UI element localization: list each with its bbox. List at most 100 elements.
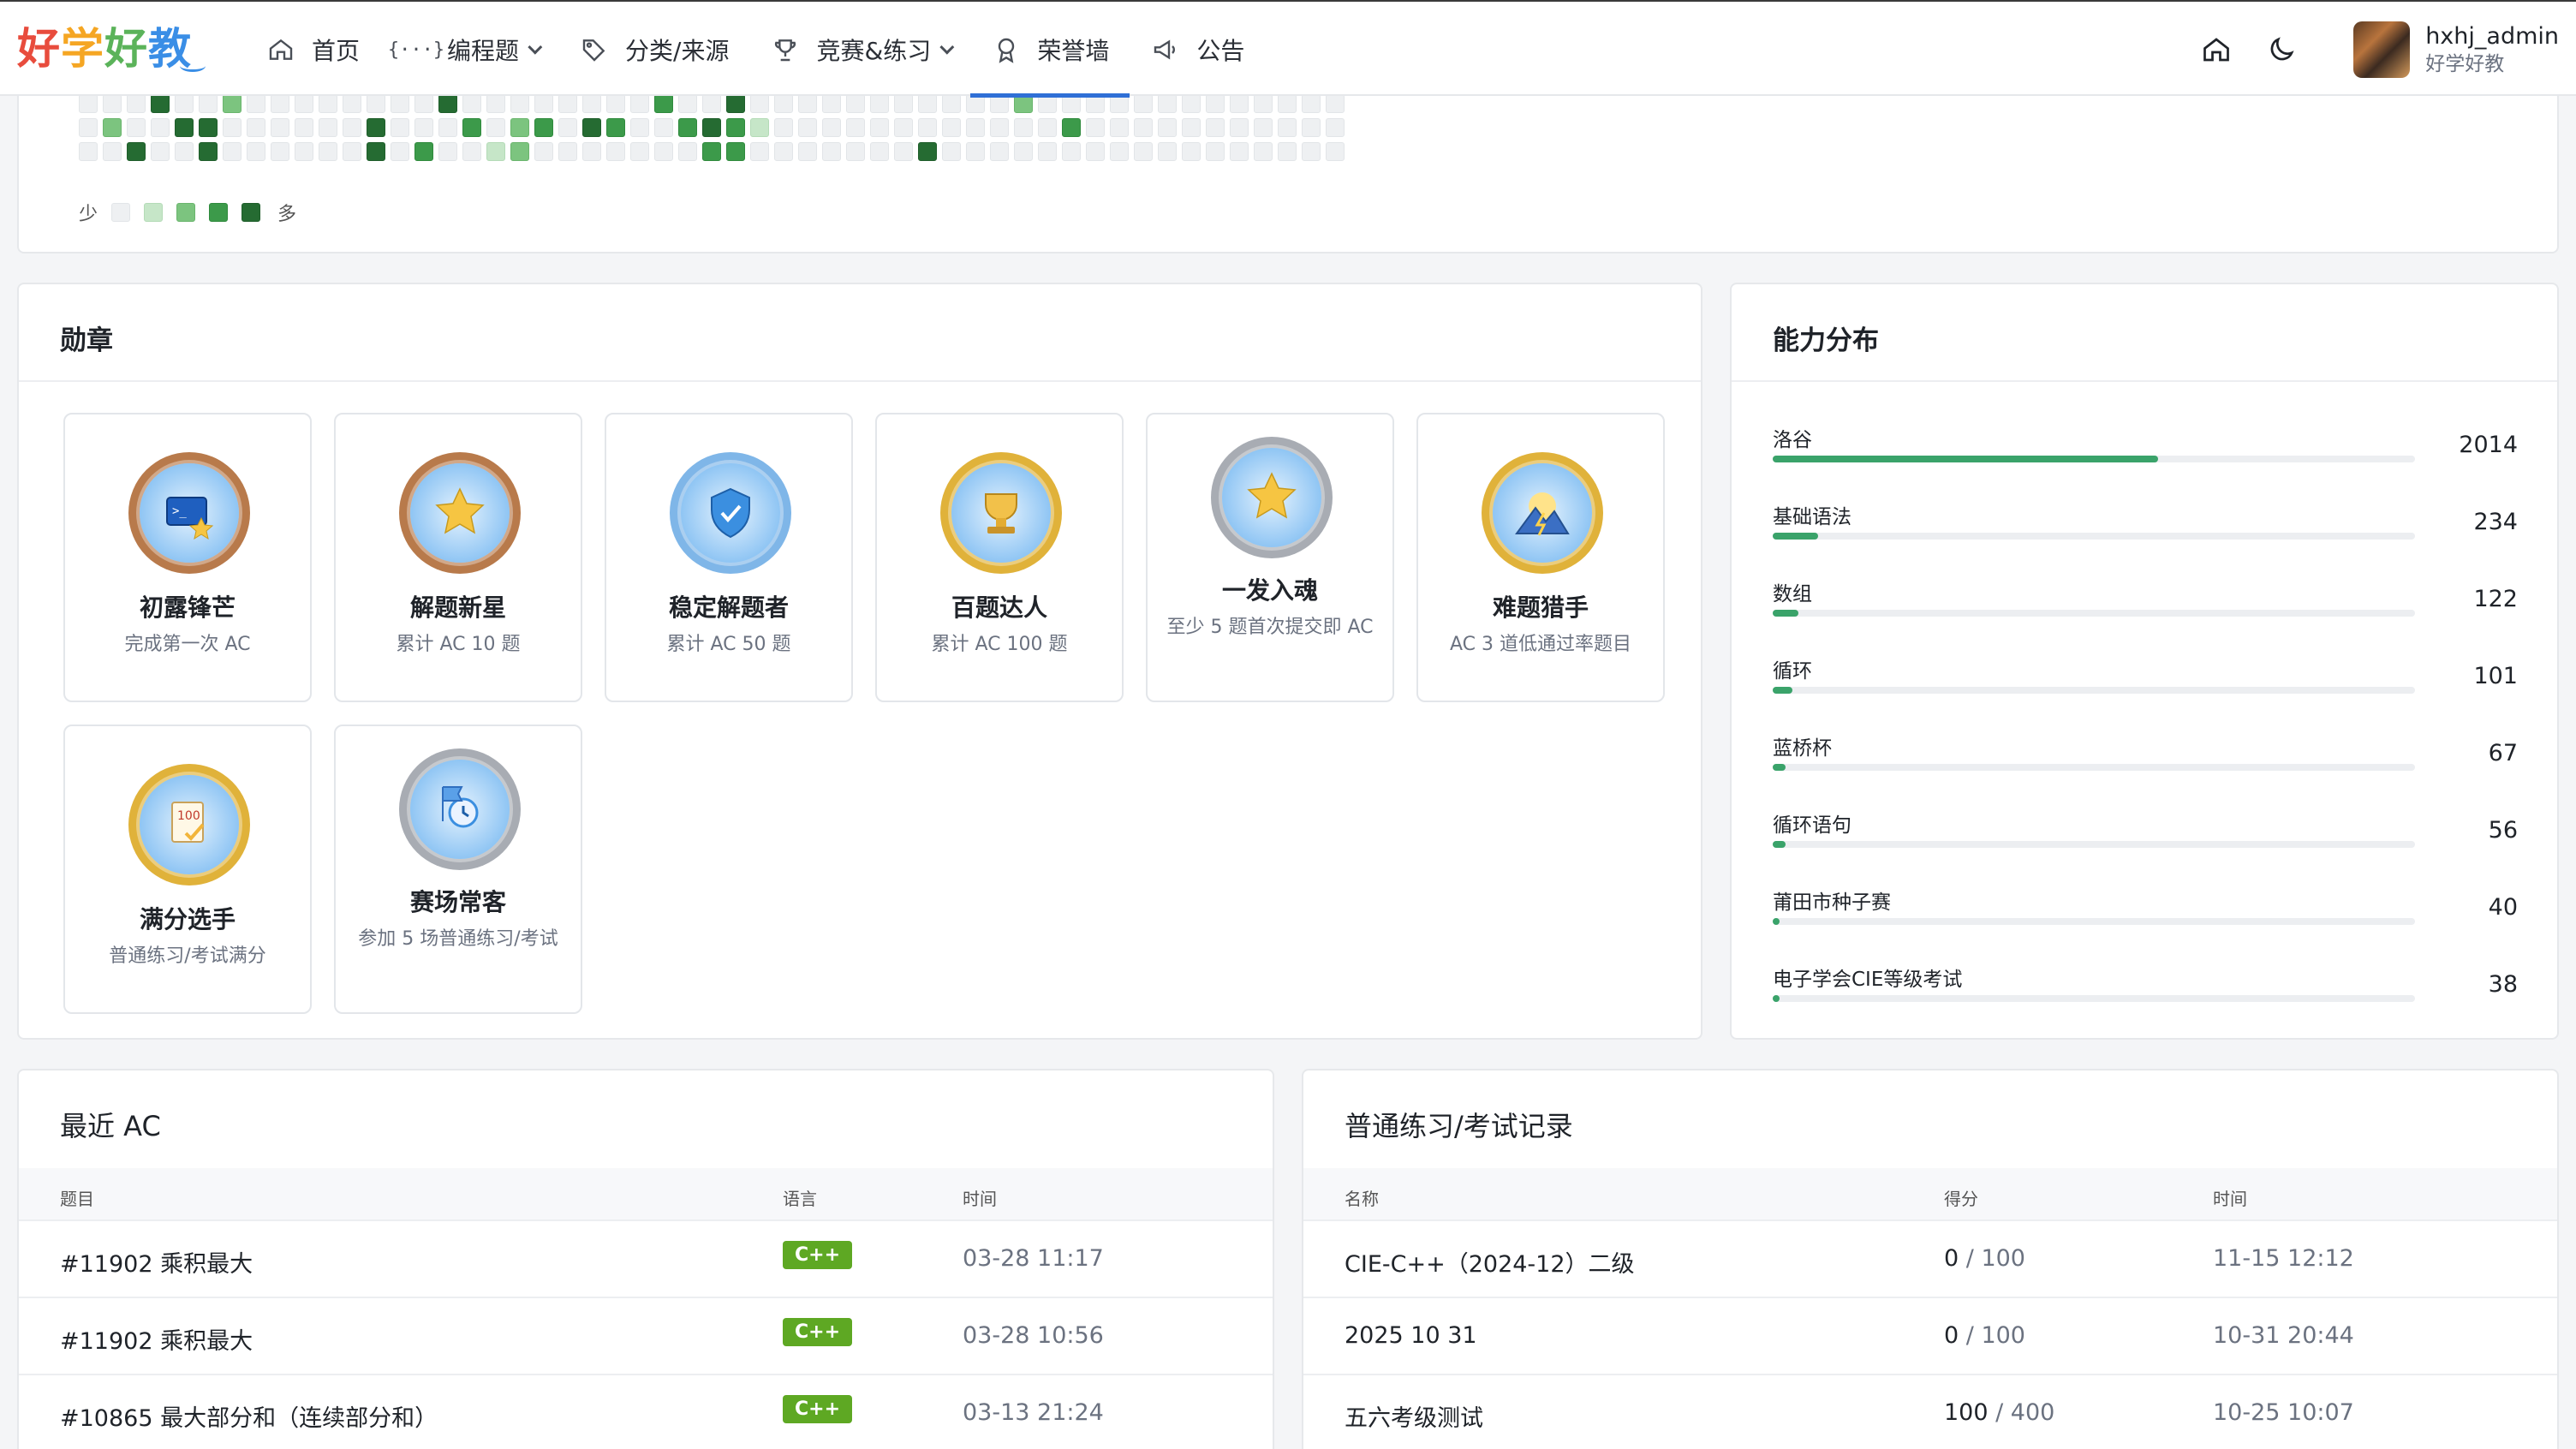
heatmap-cell [558, 118, 577, 137]
badge-card[interactable]: 解题新星 累计 AC 10 题 [334, 413, 582, 702]
ability-label: 洛谷 [1773, 429, 1812, 451]
badge-card[interactable]: 稳定解题者累计 AC 50 题 [605, 413, 853, 702]
ability-row: 蓝桥杯 67 [1773, 731, 2518, 791]
badge-description: 完成第一次 AC [124, 634, 251, 655]
heatmap-cell [942, 118, 961, 137]
badge-name: 稳定解题者 [668, 593, 789, 622]
brand-logo[interactable]: 好学好教 [17, 19, 206, 79]
nav-item-categories[interactable]: 分类/来源 [558, 2, 749, 98]
heatmap-cell [582, 142, 601, 161]
score-total: / 100 [1959, 1322, 2025, 1349]
ability-row: 洛谷 2014 [1773, 423, 2518, 483]
svg-text:100: 100 [177, 809, 200, 823]
shield-check-icon [668, 450, 793, 575]
time-cell: 10-25 10:07 [2213, 1399, 2354, 1426]
nav-item-announcements[interactable]: 公告 [1130, 2, 1265, 98]
heatmap-cell [1038, 142, 1057, 161]
table-row[interactable]: #11902 乘积最大 C++ 03-28 11:17 [19, 1221, 1273, 1298]
heatmap-cell [151, 118, 170, 137]
heatmap-cell [175, 94, 194, 113]
heatmap-cell [1158, 118, 1177, 137]
heatmap-cell [151, 142, 170, 161]
ability-value: 56 [2488, 817, 2518, 844]
nav-item-honor-wall[interactable]: 荣誉墙 [970, 2, 1130, 98]
score-value: 100 [1944, 1399, 1989, 1426]
problem-link[interactable]: #10865 最大部分和（连续部分和） [60, 1399, 438, 1433]
ability-row: 莆田市种子赛 40 [1773, 886, 2518, 945]
heatmap-cell [223, 94, 242, 113]
table-row[interactable]: 2025 10 31 0 / 100 10-31 20:44 [1303, 1298, 2557, 1375]
heatmap-cell [606, 142, 625, 161]
heatmap-cell [1326, 118, 1345, 137]
exam-records-card: 普通练习/考试记录 名称 得分 时间 CIE-C++（2024-12）二级 0 /… [1302, 1069, 2559, 1449]
badge-description: 累计 AC 100 题 [931, 634, 1068, 655]
problem-link[interactable]: #11902 乘积最大 [60, 1322, 253, 1356]
legend-level-3 [209, 203, 229, 222]
badge-card[interactable]: >_ 初露锋芒 完成第一次 AC [63, 413, 312, 702]
heatmap-row [79, 142, 1350, 166]
dark-mode-moon-icon[interactable] [2263, 31, 2300, 69]
ability-row: 电子学会CIE等级考试 38 [1773, 963, 2518, 1023]
table-row[interactable]: #11902 乘积最大 C++ 03-28 10:56 [19, 1298, 1273, 1375]
table-row[interactable]: #10865 最大部分和（连续部分和） C++ 03-13 21:24 [19, 1375, 1273, 1449]
exam-name-link[interactable]: 2025 10 31 [1345, 1322, 1477, 1349]
ability-bar-fill [1773, 764, 1786, 771]
avatar[interactable] [2353, 21, 2411, 78]
heatmap-cell [822, 118, 841, 137]
heatmap-cell [918, 142, 937, 161]
heatmap-cell [1062, 118, 1081, 137]
heatmap-cell [1134, 118, 1153, 137]
nav-label: 竞赛&练习 [816, 37, 932, 65]
heatmap-cell [391, 118, 409, 137]
badge-name: 解题新星 [409, 593, 506, 622]
heatmap-cell [319, 118, 337, 137]
nav-item-home[interactable]: 首页 [245, 2, 380, 98]
stopwatch-icon [397, 747, 522, 872]
ability-bar-fill [1773, 533, 1818, 540]
heatmap-cell [798, 118, 817, 137]
badge-card[interactable]: 一发入魂 至少 5 题首次提交即 AC [1146, 413, 1394, 702]
badge-description: 累计 AC 50 题 [666, 634, 791, 655]
ability-distribution-card: 能力分布 洛谷 2014 基础语法 234 数组 122 循环 101 蓝桥杯 67 循环语句 56 莆… [1730, 283, 2559, 1040]
table-row[interactable]: 五六考级测试 100 / 400 10-25 10:07 [1303, 1375, 2557, 1449]
nav-item-problems[interactable]: {···} 编程题 [380, 2, 558, 98]
badge-card[interactable]: 百题达人 累计 AC 100 题 [875, 413, 1124, 702]
home-icon[interactable] [2197, 31, 2235, 69]
divider [19, 380, 1701, 382]
ability-value: 234 [2473, 509, 2518, 535]
time-cell: 03-28 11:17 [963, 1245, 1104, 1272]
badge-card[interactable]: 100 满分选手 普通练习/考试满分 [63, 724, 312, 1014]
heatmap-cell [1278, 118, 1297, 137]
ability-value: 2014 [2459, 432, 2518, 458]
exam-name-link[interactable]: 五六考级测试 [1345, 1399, 1483, 1433]
heatmap-cell [367, 118, 385, 137]
heatmap-cell [606, 118, 625, 137]
user-menu[interactable]: hxhj_admin 好学好教 [2425, 22, 2559, 77]
badge-card[interactable]: 赛场常客 参加 5 场普通练习/考试 [334, 724, 582, 1014]
table-row[interactable]: CIE-C++（2024-12）二级 0 / 100 11-15 12:12 [1303, 1221, 2557, 1298]
score-value: 0 [1944, 1245, 1959, 1272]
badge-description: 普通练习/考试满分 [109, 945, 266, 967]
heatmap-cell [175, 142, 194, 161]
heatmap-cell [846, 142, 865, 161]
heatmap-cell [894, 142, 913, 161]
heatmap-cell [894, 118, 913, 137]
exam-name-link[interactable]: CIE-C++（2024-12）二级 [1345, 1245, 1635, 1279]
ability-title: 能力分布 [1773, 325, 1879, 356]
divider [1732, 380, 2557, 382]
heatmap-cell [1086, 118, 1105, 137]
time-cell: 03-13 21:24 [963, 1399, 1104, 1426]
star-icon [1209, 435, 1334, 560]
problem-link[interactable]: #11902 乘积最大 [60, 1245, 253, 1279]
badge-description: 参加 5 场普通练习/考试 [358, 928, 558, 950]
nav-item-contests[interactable]: 竞赛&练习 [749, 2, 970, 98]
mountain-icon [1480, 450, 1605, 575]
time-cell: 11-15 12:12 [2213, 1245, 2354, 1272]
badge-card[interactable]: 难题猎手 AC 3 道低通过率题目 [1416, 413, 1665, 702]
heatmap-cell [1230, 142, 1249, 161]
heatmap-cell [175, 118, 194, 137]
heatmap-cell [654, 118, 673, 137]
legend-level-1 [144, 203, 164, 222]
heatmap-cell [295, 118, 313, 137]
language-cell: C++ [783, 1240, 853, 1269]
